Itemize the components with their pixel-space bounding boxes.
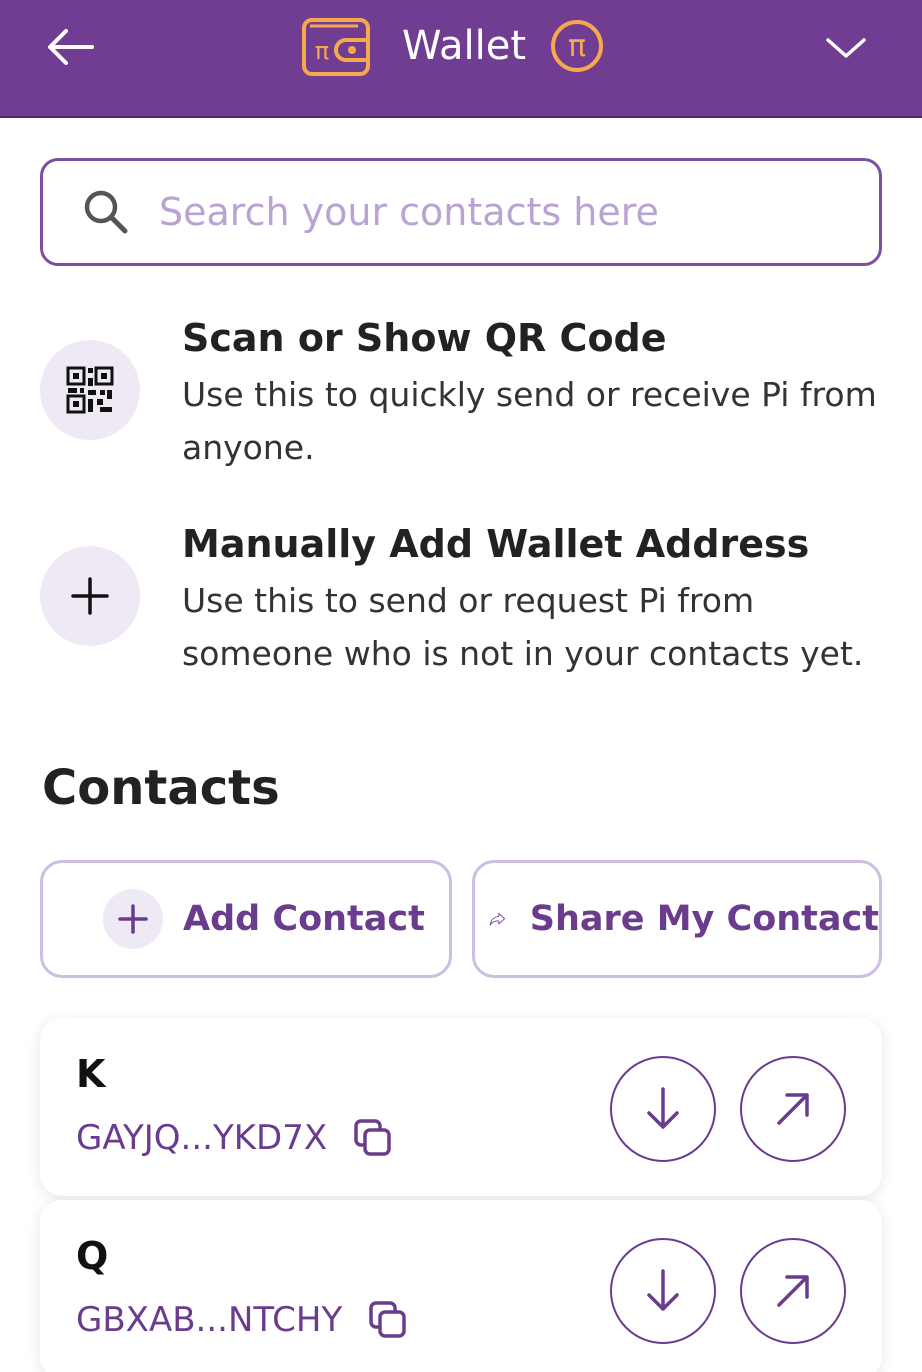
scan-qr-action[interactable]: Scan or Show QR Code Use this to quickly… xyxy=(40,300,882,480)
send-button[interactable] xyxy=(740,1056,846,1162)
header-title-group: π Wallet π xyxy=(300,14,604,78)
share-icon xyxy=(489,913,506,926)
search-bar[interactable] xyxy=(40,158,882,266)
svg-text:π: π xyxy=(315,37,329,65)
qr-action-circle[interactable] xyxy=(40,340,140,440)
copy-icon[interactable] xyxy=(368,1300,408,1340)
pi-wallet-icon: π xyxy=(302,18,370,76)
contact-address: GBXAB...NTCHY xyxy=(76,1300,343,1340)
share-contact-button[interactable]: Share My Contact xyxy=(472,860,882,978)
plus-icon xyxy=(118,904,148,934)
arrow-up-right-icon xyxy=(777,1093,809,1125)
contacts-heading: Contacts xyxy=(42,760,280,816)
send-button[interactable] xyxy=(740,1238,846,1344)
action-description: Use this to quickly send or receive Pi f… xyxy=(182,375,877,467)
qr-code-icon xyxy=(66,366,114,414)
share-contact-label: Share My Contact xyxy=(529,899,879,939)
svg-text:π: π xyxy=(568,29,586,64)
contact-name: Q xyxy=(76,1234,109,1278)
wallet-menu-button[interactable] xyxy=(820,26,872,70)
contact-card[interactable]: K GAYJQ...YKD7X xyxy=(40,1018,882,1196)
arrow-down-icon xyxy=(647,1269,679,1311)
contact-card[interactable]: Q GBXAB...NTCHY xyxy=(40,1200,882,1372)
plus-chip xyxy=(103,889,163,949)
chevron-down-icon xyxy=(826,38,866,58)
manual-add-address-action[interactable]: Manually Add Wallet Address Use this to … xyxy=(40,506,882,686)
arrow-up-right-icon xyxy=(777,1275,809,1307)
arrow-left-icon xyxy=(48,29,94,65)
arrow-down-icon xyxy=(647,1087,679,1129)
search-icon xyxy=(84,190,128,234)
action-title: Manually Add Wallet Address xyxy=(182,522,810,566)
request-button[interactable] xyxy=(610,1056,716,1162)
contact-name: K xyxy=(76,1052,106,1096)
copy-icon[interactable] xyxy=(353,1118,393,1158)
plus-action-circle[interactable] xyxy=(40,546,140,646)
pi-coin-icon: π xyxy=(551,20,604,72)
add-contact-label: Add Contact xyxy=(183,899,425,939)
page-title: Wallet xyxy=(402,23,527,69)
contact-address: GAYJQ...YKD7X xyxy=(76,1118,328,1158)
back-button[interactable] xyxy=(40,22,100,72)
action-title: Scan or Show QR Code xyxy=(182,316,667,360)
search-input[interactable] xyxy=(159,190,819,234)
app-header: π Wallet π xyxy=(0,0,922,118)
add-contact-button[interactable]: Add Contact xyxy=(40,860,452,978)
contact-address-row: GBXAB...NTCHY xyxy=(76,1300,408,1340)
plus-icon xyxy=(71,577,109,615)
action-description: Use this to send or request Pi from some… xyxy=(182,581,864,673)
request-button[interactable] xyxy=(610,1238,716,1344)
contact-address-row: GAYJQ...YKD7X xyxy=(76,1118,393,1158)
